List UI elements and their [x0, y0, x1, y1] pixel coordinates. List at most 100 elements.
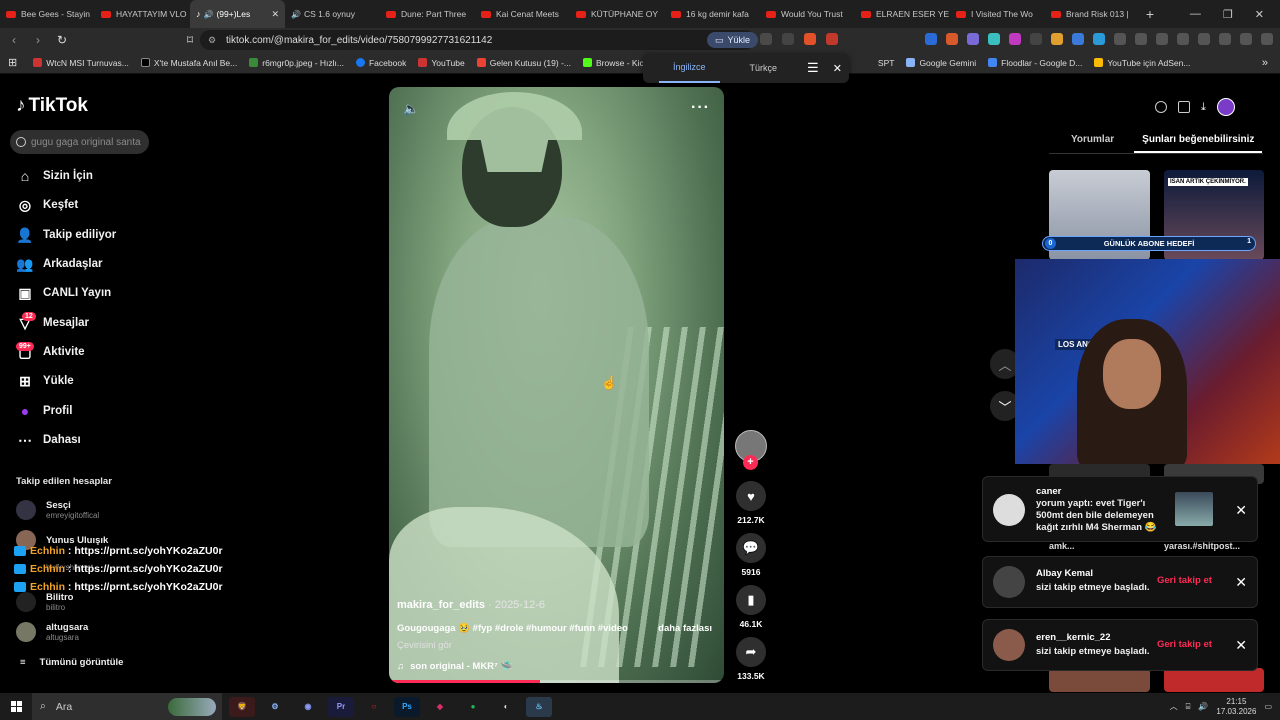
bookmark-item[interactable]: Google Gemini: [906, 58, 976, 68]
opera-icon[interactable]: ○: [361, 697, 387, 717]
network-icon[interactable]: ⌸: [1186, 702, 1191, 712]
premiere-icon[interactable]: Pr: [328, 696, 354, 717]
app-icon[interactable]: ⚙: [262, 697, 288, 717]
device-icon[interactable]: [1178, 101, 1190, 113]
browser-tab[interactable]: Kai Cenat Meets: [475, 0, 570, 28]
video-music[interactable]: ♫ son original - MKR⁷ 🛸: [397, 661, 512, 672]
bookmark-item[interactable]: YouTube için AdSen...: [1094, 58, 1190, 68]
nav-activity[interactable]: ▢ Aktivite: [16, 343, 196, 361]
translate-icon[interactable]: [760, 33, 772, 45]
search-input[interactable]: gugu gaga original santa: [10, 130, 149, 154]
translate-menu-icon[interactable]: ☰: [807, 60, 819, 76]
wallet-icon[interactable]: [1219, 33, 1231, 45]
follow-back-button[interactable]: Geri takip et: [1157, 639, 1212, 650]
browser-tab[interactable]: Dune: Part Three: [380, 0, 475, 28]
save-button[interactable]: ▮ 46.1K: [736, 585, 766, 629]
tab-you-may-like[interactable]: Şunları beğenebilirsiniz: [1134, 130, 1263, 153]
bookmark-item[interactable]: YouTube: [418, 58, 465, 68]
apps-grid-icon[interactable]: ⊞: [8, 56, 17, 69]
extension-icon[interactable]: [1051, 33, 1063, 45]
site-info-icon[interactable]: ⚙: [208, 35, 216, 46]
follow-back-button[interactable]: Geri takip et: [1157, 575, 1212, 586]
extension-icon[interactable]: [1030, 33, 1042, 45]
close-window-icon[interactable]: ✕: [1255, 8, 1264, 21]
browser-tab[interactable]: Would You Trust: [760, 0, 855, 28]
share-button[interactable]: ➦ 133.5K: [736, 637, 766, 681]
bookmark-item[interactable]: WtcN MSI Turnuvas...: [33, 58, 129, 68]
bookmark-item[interactable]: X'te Mustafa Anıl Be...: [140, 58, 237, 68]
followed-account[interactable]: Bilitro bilitro: [16, 592, 73, 612]
vpn-icon[interactable]: [1261, 33, 1273, 45]
volume-icon[interactable]: 🔊: [1198, 702, 1208, 711]
media-icon[interactable]: [1177, 33, 1189, 45]
close-icon[interactable]: ✕: [833, 62, 842, 75]
download-icon[interactable]: ⤓: [1201, 101, 1206, 114]
recommended-video-thumbnail[interactable]: [1164, 668, 1264, 692]
close-icon[interactable]: ✕: [1235, 574, 1247, 591]
followed-account[interactable]: Sesçi emreyigitoffical: [16, 500, 99, 520]
speaker-icon[interactable]: 🔈: [403, 101, 419, 117]
video-player[interactable]: 🔈 ··· makira_for_edits · 2025-12-6 Gougo…: [389, 87, 724, 683]
comment-notification[interactable]: caner yorum yaptı: evet Tiger'ı 500mt de…: [982, 476, 1258, 542]
back-icon[interactable]: ‹: [4, 33, 24, 47]
extension-icon[interactable]: [1135, 33, 1147, 45]
nav-live[interactable]: ▣ CANLI Yayın: [16, 284, 196, 302]
like-button[interactable]: ♥ 212.7K: [736, 481, 766, 525]
extension-icon[interactable]: [1009, 33, 1021, 45]
browser-tab-active[interactable]: ♪ 🔊 (99+)Les ✕: [190, 0, 285, 28]
explore-icon[interactable]: [1155, 101, 1167, 113]
browser-tab[interactable]: 🔊 CS 1.6 oynuy: [285, 0, 380, 28]
bookmark-icon[interactable]: ⌑: [180, 33, 200, 47]
extension-icon[interactable]: [967, 33, 979, 45]
forward-icon[interactable]: ›: [28, 33, 48, 47]
browser-tab[interactable]: 16 kg demir kafa: [665, 0, 760, 28]
rewards-icon[interactable]: [826, 33, 838, 45]
browser-tab[interactable]: ELRAEN ESER YE: [855, 0, 950, 28]
extension-icon[interactable]: [1156, 33, 1168, 45]
tiktok-logo[interactable]: ♪ TikTok: [16, 95, 88, 117]
close-icon[interactable]: ✕: [1235, 637, 1247, 654]
video-author[interactable]: makira_for_edits · 2025-12-6: [397, 599, 545, 611]
bookmark-item[interactable]: Gelen Kutusu (19) -...: [476, 58, 571, 68]
share-icon[interactable]: [782, 33, 794, 45]
tab-comments[interactable]: Yorumlar: [1049, 130, 1134, 153]
browser-tab[interactable]: HAYATTAYIM VLO: [95, 0, 190, 28]
extensions-puzzle-icon[interactable]: [1114, 33, 1126, 45]
browser-tab[interactable]: Brand Risk 013 |: [1045, 0, 1140, 28]
translate-target-language[interactable]: Türkçe: [736, 53, 792, 83]
extension-icon[interactable]: [1093, 33, 1105, 45]
steam-icon[interactable]: ♨: [526, 696, 552, 717]
browser-tab[interactable]: I Visited The Wo: [950, 0, 1045, 28]
comment-button[interactable]: 💬 5916: [736, 533, 766, 577]
reload-icon[interactable]: ↻: [52, 33, 72, 47]
video-progress-bar[interactable]: [389, 680, 724, 683]
translate-source-language[interactable]: İngilizce: [659, 53, 720, 83]
nav-profile[interactable]: ● Profil: [16, 402, 196, 420]
discord-icon[interactable]: ◉: [295, 697, 321, 717]
ai-icon[interactable]: [1240, 33, 1252, 45]
extension-icon[interactable]: [1072, 33, 1084, 45]
new-tab-button[interactable]: +: [1140, 6, 1160, 22]
extension-icon[interactable]: [946, 33, 958, 45]
recommended-video-thumbnail[interactable]: [1049, 668, 1150, 692]
nav-explore[interactable]: ◎ Keşfet: [16, 196, 196, 214]
minimize-icon[interactable]: —: [1190, 8, 1201, 21]
brave-shield-icon[interactable]: [804, 33, 816, 45]
notification-icon[interactable]: ▭: [1264, 702, 1272, 711]
close-icon[interactable]: ✕: [1235, 502, 1247, 519]
follow-notification[interactable]: Albay Kemal sizi takip etmeye başladı. G…: [982, 556, 1258, 608]
brave-browser-icon[interactable]: 🦁: [229, 696, 255, 717]
instagram-icon[interactable]: ◈: [427, 697, 453, 717]
extension-icon[interactable]: [988, 33, 1000, 45]
install-app-button[interactable]: ▭ Yükle: [707, 32, 759, 48]
extension-icon[interactable]: [925, 33, 937, 45]
nav-more[interactable]: ⋯ Dahası: [16, 431, 196, 449]
see-translation-link[interactable]: Çevirisini gör: [397, 640, 452, 651]
spotify-icon[interactable]: ●: [460, 697, 486, 717]
bookmark-item[interactable]: r6mgr0p.jpeg - Hızlı...: [249, 58, 344, 68]
more-options-icon[interactable]: ···: [691, 99, 710, 117]
browser-tab[interactable]: Bee Gees - Stayin: [0, 0, 95, 28]
follow-plus-icon[interactable]: +: [743, 455, 758, 470]
close-tab-icon[interactable]: ✕: [271, 9, 279, 20]
windows-start-icon[interactable]: [0, 693, 32, 720]
